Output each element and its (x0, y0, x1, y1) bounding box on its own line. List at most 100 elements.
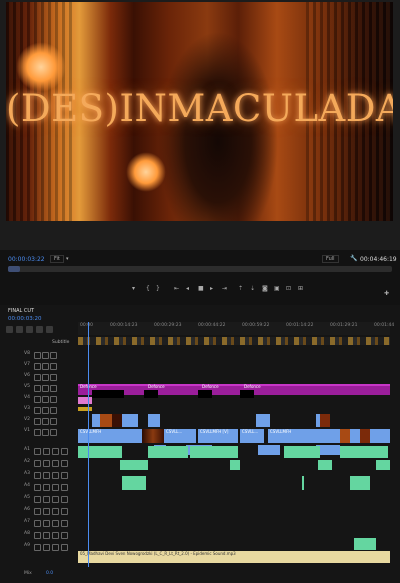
graphic-clip[interactable] (78, 407, 92, 411)
audio-track-header[interactable]: A6 (0, 506, 78, 516)
mic-icon[interactable] (61, 472, 68, 479)
mute-icon[interactable] (43, 484, 50, 491)
go-to-in-icon[interactable]: ⇤ (174, 285, 179, 292)
audio-clip[interactable] (284, 446, 320, 458)
mute-icon[interactable] (43, 532, 50, 539)
audio-clip[interactable] (148, 446, 188, 458)
lock-icon[interactable] (34, 363, 41, 370)
video-clip[interactable] (258, 445, 280, 455)
video-clip[interactable]: CSVLLMFH (268, 429, 334, 443)
mic-icon[interactable] (61, 508, 68, 515)
eye-icon[interactable] (50, 418, 57, 425)
sync-icon[interactable] (42, 429, 49, 436)
lock-icon[interactable] (34, 418, 41, 425)
lock-icon[interactable] (34, 544, 41, 551)
sync-icon[interactable] (42, 396, 49, 403)
audio-clip[interactable] (376, 460, 390, 470)
audio-clip[interactable] (120, 460, 148, 470)
solo-icon[interactable] (52, 484, 59, 491)
mic-icon[interactable] (61, 544, 68, 551)
sync-icon[interactable] (42, 363, 49, 370)
lock-icon[interactable] (34, 352, 41, 359)
wrench-icon[interactable]: 🔧 (350, 255, 357, 262)
sync-icon[interactable] (42, 407, 49, 414)
video-clip[interactable]: CSVLL... (164, 429, 196, 443)
mark-out-icon[interactable]: } (156, 285, 160, 292)
comparison-icon[interactable]: ▣ (274, 285, 280, 292)
audio-track-header[interactable]: A4 (0, 482, 78, 492)
eye-icon[interactable] (50, 363, 57, 370)
video-track-header[interactable]: V2 (0, 416, 78, 426)
lock-icon[interactable] (34, 472, 41, 479)
eye-icon[interactable] (50, 407, 57, 414)
video-track-header[interactable]: V5 (0, 383, 78, 393)
video-clip[interactable] (316, 414, 330, 427)
linked-selection-icon[interactable] (16, 326, 23, 333)
zoom-select[interactable]: Fit (50, 255, 64, 263)
eye-icon[interactable] (50, 429, 57, 436)
mix-value[interactable]: 0.0 (46, 571, 53, 576)
video-clip[interactable]: CSVLL... (240, 429, 264, 443)
lock-icon[interactable] (34, 484, 41, 491)
black-clip[interactable] (240, 390, 254, 398)
mic-icon[interactable] (61, 496, 68, 503)
lock-icon[interactable] (34, 429, 41, 436)
lock-icon[interactable] (34, 374, 41, 381)
playback-scrubber[interactable] (8, 266, 392, 272)
audio-clip[interactable] (230, 460, 240, 470)
lock-icon[interactable] (34, 508, 41, 515)
step-back-icon[interactable]: ◂ (186, 285, 189, 292)
audio-track-header[interactable]: A8 (0, 530, 78, 540)
sync-icon[interactable] (42, 352, 49, 359)
marker-icon[interactable] (26, 326, 33, 333)
audio-clip[interactable] (122, 476, 146, 490)
sync-icon[interactable] (42, 385, 49, 392)
lock-icon[interactable] (34, 496, 41, 503)
solo-icon[interactable] (52, 448, 59, 455)
add-button-icon[interactable]: ✚ (384, 290, 389, 297)
video-track-header[interactable]: V4 (0, 394, 78, 404)
black-clip[interactable] (144, 390, 158, 398)
eye-icon[interactable] (50, 385, 57, 392)
music-clip[interactable]: 05_Madhavi Devi Sven Nowogrodzki (L_C_R_… (78, 551, 390, 563)
lock-icon[interactable] (34, 396, 41, 403)
lock-icon[interactable] (34, 407, 41, 414)
eye-icon[interactable] (50, 374, 57, 381)
audio-clip[interactable] (190, 446, 238, 458)
solo-icon[interactable] (52, 508, 59, 515)
mute-icon[interactable] (43, 496, 50, 503)
video-track-header[interactable]: V1 (0, 427, 78, 437)
audio-track-header[interactable]: A1 (0, 446, 78, 456)
marker-bar[interactable] (78, 337, 390, 345)
audio-track-header[interactable]: A3 (0, 470, 78, 480)
mic-icon[interactable] (61, 532, 68, 539)
wrench-icon[interactable] (36, 326, 43, 333)
stop-icon[interactable]: ■ (198, 285, 204, 292)
eye-icon[interactable] (50, 396, 57, 403)
audio-track-header[interactable]: A2 (0, 458, 78, 468)
lock-icon[interactable] (34, 448, 41, 455)
timeline-timecode[interactable]: 00:00:03:20 (8, 316, 42, 322)
mic-icon[interactable] (61, 520, 68, 527)
video-track-header[interactable]: V3 (0, 405, 78, 415)
video-track-header[interactable]: V8 (0, 350, 78, 360)
solo-icon[interactable] (52, 520, 59, 527)
vr-icon[interactable]: ⊞ (298, 285, 303, 292)
audio-clip[interactable] (354, 538, 376, 550)
camera-icon[interactable]: ◙ (262, 285, 268, 292)
extract-icon[interactable]: ⇣ (250, 285, 255, 292)
eye-icon[interactable] (50, 352, 57, 359)
add-marker-icon[interactable]: ▾ (132, 285, 135, 292)
mute-icon[interactable] (43, 520, 50, 527)
mic-icon[interactable] (61, 484, 68, 491)
lock-icon[interactable] (34, 520, 41, 527)
audio-track-header[interactable]: A5 (0, 494, 78, 504)
solo-icon[interactable] (52, 532, 59, 539)
mute-icon[interactable] (43, 472, 50, 479)
sync-icon[interactable] (42, 418, 49, 425)
video-track-header[interactable]: V7 (0, 361, 78, 371)
step-forward-icon[interactable]: ▸ (210, 285, 213, 292)
lock-icon[interactable] (34, 532, 41, 539)
mic-icon[interactable] (61, 460, 68, 467)
mute-icon[interactable] (43, 508, 50, 515)
